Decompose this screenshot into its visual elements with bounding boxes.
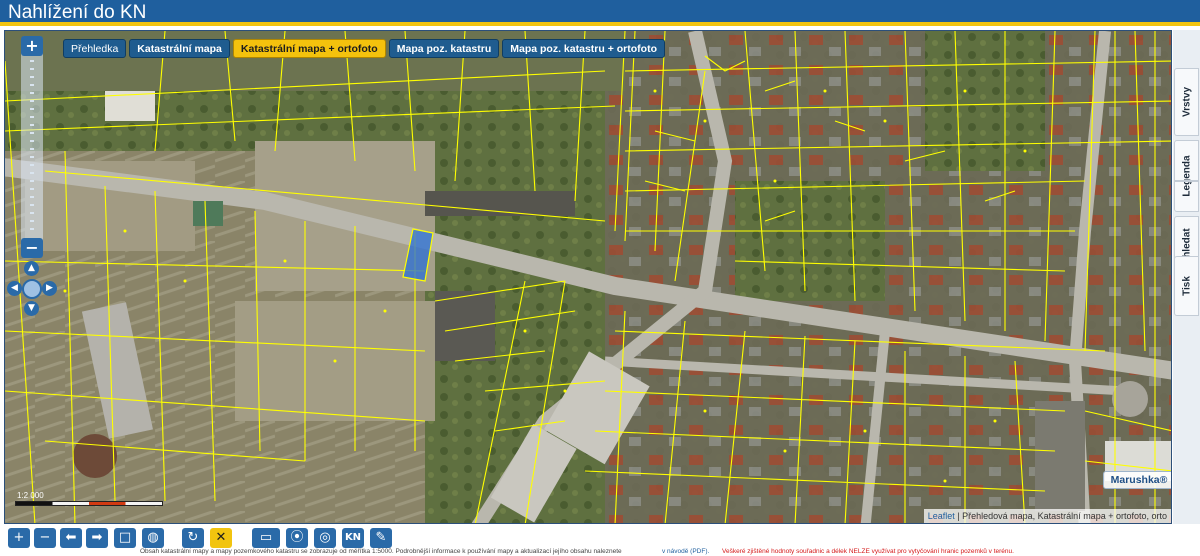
layer-tab-overview[interactable]: Přehledka — [63, 39, 127, 58]
warning-text: Veškeré zjištěné hodnoty souřadnic a dél… — [722, 548, 1014, 555]
attribution-text: | Přehledová mapa, Katastrální mapa + or… — [954, 511, 1167, 521]
disclaimer-text: Obsah katastrální mapy a mapy pozemkovéh… — [140, 548, 622, 555]
layer-tab-cadastral-ortho[interactable]: Katastrální mapa + ortofoto — [232, 39, 386, 58]
header-bar: Nahlížení do KN — [0, 0, 1200, 26]
manual-link[interactable]: v návodě (PDF). — [662, 548, 709, 556]
select-area-icon[interactable]: □ — [114, 528, 136, 548]
layer-tab-land-map[interactable]: Mapa poz. katastru — [388, 39, 500, 58]
zoom-out-button[interactable]: − — [21, 238, 43, 258]
tab-legend[interactable]: Legenda — [1174, 140, 1199, 212]
map-attribution: Leaflet | Přehledová mapa, Katastrální m… — [923, 509, 1171, 523]
side-panel-tabs: Vrstvy Legenda Vyhledat Tisk — [1173, 30, 1200, 524]
app-title: Nahlížení do KN — [8, 2, 147, 23]
back-icon[interactable]: ⬅ — [60, 528, 82, 548]
zoom-track[interactable] — [30, 60, 34, 236]
measure-icon[interactable]: ▭ — [252, 528, 280, 548]
location-icon[interactable]: ◎ — [314, 528, 336, 548]
layer-tab-cadastral[interactable]: Katastrální mapa — [129, 39, 230, 58]
clear-icon[interactable]: ✕ — [210, 528, 232, 548]
pan-control[interactable]: ▲ ◀ ▶ ▼ — [7, 261, 57, 317]
zoom-out-icon[interactable]: − — [34, 528, 56, 548]
disclaimer-footer: Obsah katastrální mapy a mapy pozemkovéh… — [0, 548, 1200, 556]
orthophoto-map[interactable] — [5, 31, 1172, 524]
comment-icon[interactable]: ✎ — [370, 528, 392, 548]
pan-right-icon[interactable]: ▶ — [42, 281, 57, 296]
bottom-toolbar: + − ⬅ ➡ □ ◍ ↻ ✕ ▭ ⦿ ◎ KN ✎ — [0, 524, 1200, 550]
zoom-in-button[interactable]: + — [21, 36, 43, 56]
pan-up-icon[interactable]: ▲ — [24, 261, 39, 276]
forward-icon[interactable]: ➡ — [86, 528, 108, 548]
pan-down-icon[interactable]: ▼ — [24, 301, 39, 316]
scale-bar: 1:2 000 — [15, 491, 165, 513]
tab-print[interactable]: Tisk — [1174, 256, 1199, 316]
position-icon[interactable]: ⦿ — [286, 528, 308, 548]
pan-center-icon[interactable] — [22, 279, 42, 299]
tab-spacer — [1174, 180, 1199, 182]
scale-graphic — [15, 501, 163, 506]
zoom-slider[interactable]: + − — [21, 36, 43, 258]
layer-switcher: Přehledka Katastrální mapa Katastrální m… — [63, 39, 665, 58]
marushka-logo: Marushka® — [1103, 471, 1171, 489]
globe-icon[interactable]: ◍ — [142, 528, 164, 548]
kn-button[interactable]: KN — [342, 528, 364, 548]
layer-tab-land-map-ortho[interactable]: Mapa poz. katastru + ortofoto — [502, 39, 665, 58]
zoom-in-icon[interactable]: + — [8, 528, 30, 548]
tab-layers[interactable]: Vrstvy — [1174, 68, 1199, 136]
map-view[interactable]: + − ▲ ◀ ▶ ▼ Přehledka Katastrální mapa K… — [4, 30, 1172, 524]
scale-label: 1:2 000 — [17, 491, 44, 500]
leaflet-link[interactable]: Leaflet — [928, 511, 955, 521]
refresh-icon[interactable]: ↻ — [182, 528, 204, 548]
pan-left-icon[interactable]: ◀ — [7, 281, 22, 296]
